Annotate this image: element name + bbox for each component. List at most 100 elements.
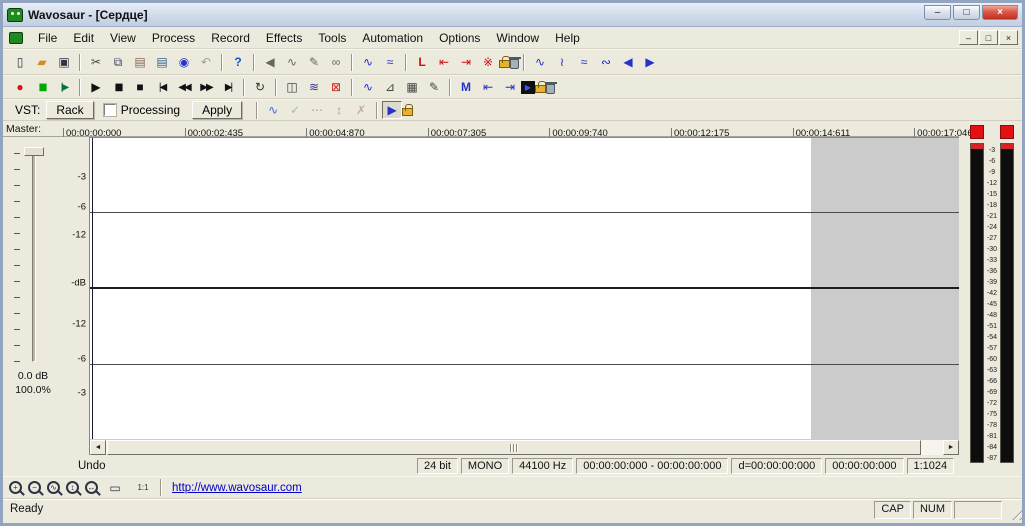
selection-end-icon[interactable]: ≈ bbox=[573, 52, 595, 72]
paste-icon[interactable]: ▤ bbox=[129, 52, 151, 72]
loop-clear-icon[interactable]: ※ bbox=[477, 52, 499, 72]
vst-bypass-play-icon[interactable]: ▶ bbox=[382, 101, 403, 119]
vst-remove-icon[interactable]: ✗ bbox=[350, 100, 372, 120]
vst-more-icon[interactable]: ⋯ bbox=[306, 100, 328, 120]
scroll-left-button[interactable]: ◄ bbox=[90, 440, 106, 455]
play-icon[interactable]: ▶ bbox=[85, 77, 107, 97]
waveform-stats-icon[interactable]: ∿ bbox=[357, 52, 379, 72]
meter-scale-3: -3 bbox=[988, 147, 996, 154]
mdi-minimize-button[interactable]: – bbox=[959, 30, 978, 45]
go-to-start-icon[interactable]: |◀ bbox=[151, 77, 173, 97]
zoom-out-icon[interactable]: − bbox=[28, 481, 41, 494]
menu-help[interactable]: Help bbox=[547, 28, 588, 48]
play-marker-icon[interactable]: ▶ bbox=[521, 80, 535, 94]
menu-options[interactable]: Options bbox=[431, 28, 488, 48]
menu-record[interactable]: Record bbox=[203, 28, 258, 48]
waveform-doc-icon[interactable]: ◫ bbox=[281, 77, 303, 97]
loop-delete-icon[interactable] bbox=[508, 56, 521, 69]
zoom-full-icon[interactable]: ▭ bbox=[104, 478, 126, 498]
previous-marker-icon[interactable]: ⇤ bbox=[477, 77, 499, 97]
time-ruler[interactable]: 00:00:00:000 00:00:02:435 00:00:04:870 00:0… bbox=[63, 121, 1022, 140]
help-icon[interactable]: ? bbox=[227, 52, 249, 72]
vst-lock-icon[interactable] bbox=[402, 104, 414, 116]
pause-icon[interactable]: ▮▮ bbox=[107, 77, 129, 97]
zoom-vertical-out-icon[interactable]: ↔ bbox=[85, 481, 98, 494]
play-from-cursor-icon[interactable]: |▶ bbox=[53, 77, 75, 97]
master-fader-track[interactable] bbox=[32, 150, 36, 362]
delete-red-icon[interactable]: ⊠ bbox=[325, 77, 347, 97]
add-marker-icon[interactable]: M bbox=[455, 77, 477, 97]
draw-tool-icon[interactable]: ✎ bbox=[423, 77, 445, 97]
loop-end-icon[interactable]: ⇥ bbox=[455, 52, 477, 72]
selection-extend-icon[interactable]: ∾ bbox=[595, 52, 617, 72]
zoom-in-icon[interactable]: + bbox=[9, 481, 22, 494]
link-icon[interactable]: ∞ bbox=[325, 52, 347, 72]
zoom-selection-icon[interactable]: ∿ bbox=[47, 481, 60, 494]
vst-chain-icon[interactable]: ∿ bbox=[262, 100, 284, 120]
zoom-one-to-one-icon[interactable]: 1:1 bbox=[132, 478, 154, 498]
processing-checkbox[interactable] bbox=[102, 103, 117, 117]
previous-region-icon[interactable]: ◀ bbox=[617, 52, 639, 72]
marker-lock-icon[interactable] bbox=[535, 81, 546, 93]
fast-forward-icon[interactable]: ▶▶ bbox=[195, 77, 217, 97]
scroll-right-button[interactable]: ► bbox=[943, 440, 959, 455]
speaker-icon[interactable]: ◀ bbox=[259, 52, 281, 72]
select-all-icon[interactable]: ∿ bbox=[529, 52, 551, 72]
zoom-vertical-in-icon[interactable]: ↕ bbox=[66, 481, 79, 494]
waveform-view-icon[interactable]: ≈ bbox=[379, 52, 401, 72]
menu-automation[interactable]: Automation bbox=[354, 28, 431, 48]
menu-tools[interactable]: Tools bbox=[310, 28, 354, 48]
new-file-icon[interactable]: ▯ bbox=[9, 52, 31, 72]
mdi-close-button[interactable]: × bbox=[999, 30, 1018, 45]
clip-indicator-left[interactable] bbox=[970, 125, 984, 139]
paste-special-icon[interactable]: ▤ bbox=[151, 52, 173, 72]
selection-start-icon[interactable]: ≀ bbox=[551, 52, 573, 72]
marker-delete-icon[interactable] bbox=[544, 81, 557, 94]
pencil-icon[interactable]: ✎ bbox=[303, 52, 325, 72]
zero-crossing-icon[interactable]: ⊿ bbox=[379, 77, 401, 97]
minimize-button[interactable]: – bbox=[924, 5, 951, 20]
loop-points-icon[interactable]: L bbox=[411, 52, 433, 72]
vst-apply-check-icon[interactable]: ✓ bbox=[284, 100, 306, 120]
loop-start-icon[interactable]: ⇤ bbox=[433, 52, 455, 72]
open-folder-icon[interactable]: ▰ bbox=[31, 52, 53, 72]
playback-cursor[interactable] bbox=[92, 138, 93, 440]
close-button[interactable]: × bbox=[982, 5, 1018, 20]
waveform-canvas[interactable]: ◄ ► bbox=[89, 137, 959, 455]
loop-lock-icon[interactable] bbox=[499, 56, 510, 68]
wavosaur-link[interactable]: http://www.wavosaur.com bbox=[172, 482, 302, 494]
copy-icon[interactable]: ⧉ bbox=[107, 52, 129, 72]
scrollbar-thumb[interactable] bbox=[107, 440, 921, 455]
resize-grip[interactable] bbox=[1008, 506, 1022, 520]
vst-rack-button[interactable]: Rack bbox=[46, 101, 94, 119]
maximize-button[interactable]: □ bbox=[953, 5, 980, 20]
undo-icon[interactable]: ↶ bbox=[195, 52, 217, 72]
menu-window[interactable]: Window bbox=[488, 28, 547, 48]
loop-playback-icon[interactable]: ↻ bbox=[249, 77, 271, 97]
selection-tool-icon[interactable]: ∿ bbox=[357, 77, 379, 97]
horizontal-scrollbar[interactable]: ◄ ► bbox=[90, 439, 959, 455]
vst-reorder-icon[interactable]: ↕ bbox=[328, 100, 350, 120]
menu-view[interactable]: View bbox=[102, 28, 144, 48]
sonogram-icon[interactable]: ≋ bbox=[303, 77, 325, 97]
mdi-restore-button[interactable]: □ bbox=[979, 30, 998, 45]
next-marker-icon[interactable]: ⇥ bbox=[499, 77, 521, 97]
vst-apply-button[interactable]: Apply bbox=[192, 101, 243, 119]
menu-process[interactable]: Process bbox=[144, 28, 203, 48]
menu-effects[interactable]: Effects bbox=[258, 28, 310, 48]
menu-file[interactable]: File bbox=[30, 28, 65, 48]
interpolate-icon[interactable]: ∿ bbox=[281, 52, 303, 72]
grid-snap-icon[interactable]: ▦ bbox=[401, 77, 423, 97]
paste-mix-icon[interactable]: ◉ bbox=[173, 52, 195, 72]
menu-edit[interactable]: Edit bbox=[65, 28, 102, 48]
go-to-end-icon[interactable]: ▶| bbox=[217, 77, 239, 97]
master-fader-thumb[interactable] bbox=[24, 147, 44, 156]
cut-icon[interactable]: ✂ bbox=[85, 52, 107, 72]
record-pause-icon[interactable]: ▮▮ bbox=[31, 77, 53, 97]
next-region-icon[interactable]: ▶ bbox=[639, 52, 661, 72]
save-icon[interactable]: ▣ bbox=[53, 52, 75, 72]
record-icon[interactable]: ● bbox=[9, 77, 31, 97]
clip-indicator-right[interactable] bbox=[1000, 125, 1014, 139]
stop-icon[interactable]: ■ bbox=[129, 77, 151, 97]
rewind-icon[interactable]: ◀◀ bbox=[173, 77, 195, 97]
